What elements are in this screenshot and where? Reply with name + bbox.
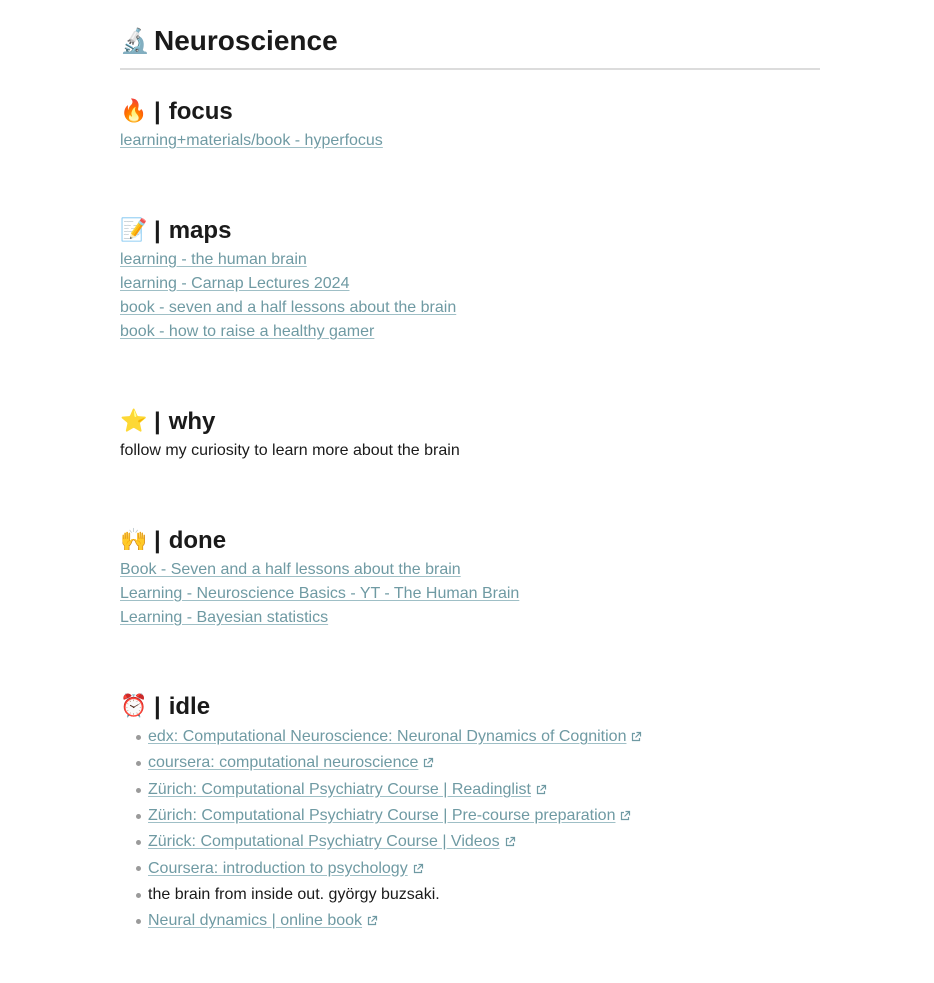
page-title: 🔬 Neuroscience xyxy=(120,22,820,60)
list-item: Zürich: Computational Psychiatry Course … xyxy=(120,777,820,803)
list-item: the brain from inside out. györgy buzsak… xyxy=(120,882,820,908)
done-link[interactable]: Learning - Neuroscience Basics - YT - Th… xyxy=(120,585,519,602)
list-item: coursera: computational neuroscience xyxy=(120,750,820,776)
heading-separator: | xyxy=(154,98,161,125)
idle-external-link[interactable]: Neural dynamics | online book xyxy=(148,908,362,934)
bullet-icon xyxy=(136,787,141,793)
bullet-icon xyxy=(136,735,141,740)
section-heading-why: ⭐ | why xyxy=(120,407,820,437)
heading-separator: | xyxy=(154,527,161,554)
microscope-icon: 🔬 xyxy=(120,27,150,55)
heading-label: why xyxy=(168,408,216,435)
list-item: Neural dynamics | online book xyxy=(120,908,820,934)
list-item: book - how to raise a healthy gamer xyxy=(120,320,820,344)
list-item: edx: Computational Neuroscience: Neurona… xyxy=(120,724,820,750)
list-item: book - seven and a half lessons about th… xyxy=(120,296,820,320)
external-link-icon xyxy=(505,837,515,847)
external-link-icon xyxy=(413,863,423,873)
why-text: follow my curiosity to learn more about … xyxy=(120,442,460,459)
list-item: Zürich: Computational Psychiatry Course … xyxy=(120,803,820,829)
done-link[interactable]: Learning - Bayesian statistics xyxy=(120,609,328,626)
maps-link[interactable]: book - seven and a half lessons about th… xyxy=(120,299,456,316)
idle-external-link[interactable]: Zürich: Computational Psychiatry Course … xyxy=(148,803,615,829)
page: 🔬 Neuroscience 🔥 | focus learning+materi… xyxy=(0,0,934,983)
external-link-icon xyxy=(424,758,434,768)
focus-link[interactable]: learning+materials/book - hyperfocus xyxy=(120,132,383,149)
heading-label: idle xyxy=(168,693,211,720)
list-item: Coursera: introduction to psychology xyxy=(120,855,820,881)
idle-external-link[interactable]: Coursera: introduction to psychology xyxy=(148,856,408,882)
alarm-clock-icon: ⏰ xyxy=(120,694,148,719)
page-header: 🔬 Neuroscience xyxy=(120,22,820,70)
maps-link[interactable]: book - how to raise a healthy gamer xyxy=(120,323,374,340)
star-icon: ⭐ xyxy=(120,409,148,434)
idle-external-link[interactable]: edx: Computational Neuroscience: Neurona… xyxy=(148,724,626,750)
external-link-icon xyxy=(367,916,378,926)
fire-icon: 🔥 xyxy=(120,99,148,124)
bullet-icon xyxy=(136,919,141,925)
section-maps: 📝 | maps learning - the human brain lear… xyxy=(120,216,820,344)
done-link-list: Book - Seven and a half lessons about th… xyxy=(120,558,820,630)
focus-link-list: learning+materials/book - hyperfocus xyxy=(120,129,820,153)
list-item: Learning - Neuroscience Basics - YT - Th… xyxy=(120,582,820,606)
heading-separator: | xyxy=(154,693,161,720)
bullet-icon xyxy=(136,866,141,872)
list-item: learning - Carnap Lectures 2024 xyxy=(120,272,820,296)
external-link-icon xyxy=(632,732,642,742)
memo-icon: 📝 xyxy=(120,218,148,243)
section-heading-idle: ⏰ | idle xyxy=(120,692,820,722)
bullet-icon xyxy=(136,813,141,819)
heading-label: done xyxy=(168,527,227,554)
bullet-icon xyxy=(136,840,141,846)
section-focus: 🔥 | focus learning+materials/book - hype… xyxy=(120,97,820,153)
heading-separator: | xyxy=(154,408,161,435)
section-idle: ⏰ | idle edx: Computational Neuroscience… xyxy=(120,692,820,934)
section-heading-focus: 🔥 | focus xyxy=(120,97,820,127)
bullet-icon xyxy=(136,892,141,898)
heading-label: focus xyxy=(168,98,233,125)
maps-link-list: learning - the human brain learning - Ca… xyxy=(120,248,820,344)
idle-external-link[interactable]: Zürich: Computational Psychiatry Course … xyxy=(148,777,531,803)
page-title-text: Neuroscience xyxy=(154,25,338,56)
maps-link[interactable]: learning - the human brain xyxy=(120,251,307,268)
list-item: learning - the human brain xyxy=(120,248,820,272)
done-link[interactable]: Book - Seven and a half lessons about th… xyxy=(120,561,461,578)
maps-link[interactable]: learning - Carnap Lectures 2024 xyxy=(120,275,349,292)
external-link-icon xyxy=(536,784,547,794)
section-done: 🙌 | done Book - Seven and a half lessons… xyxy=(120,526,820,630)
list-item: Learning - Bayesian statistics xyxy=(120,606,820,630)
idle-bullet-list: edx: Computational Neuroscience: Neurona… xyxy=(120,724,820,934)
list-item: Zürick: Computational Psychiatry Course … xyxy=(120,829,820,855)
external-link-icon xyxy=(621,810,631,821)
list-item: learning+materials/book - hyperfocus xyxy=(120,129,820,153)
idle-external-link[interactable]: coursera: computational neuroscience xyxy=(148,750,418,776)
raising-hands-icon: 🙌 xyxy=(120,528,148,553)
heading-label: maps xyxy=(168,217,232,244)
heading-separator: | xyxy=(154,217,161,244)
list-item: Book - Seven and a half lessons about th… xyxy=(120,558,820,582)
section-heading-done: 🙌 | done xyxy=(120,526,820,556)
idle-text-item: the brain from inside out. györgy buzsak… xyxy=(148,885,440,903)
section-heading-maps: 📝 | maps xyxy=(120,216,820,246)
idle-external-link[interactable]: Zürick: Computational Psychiatry Course … xyxy=(148,829,500,855)
bullet-icon xyxy=(136,761,141,767)
section-why: ⭐ | why follow my curiosity to learn mor… xyxy=(120,407,820,463)
